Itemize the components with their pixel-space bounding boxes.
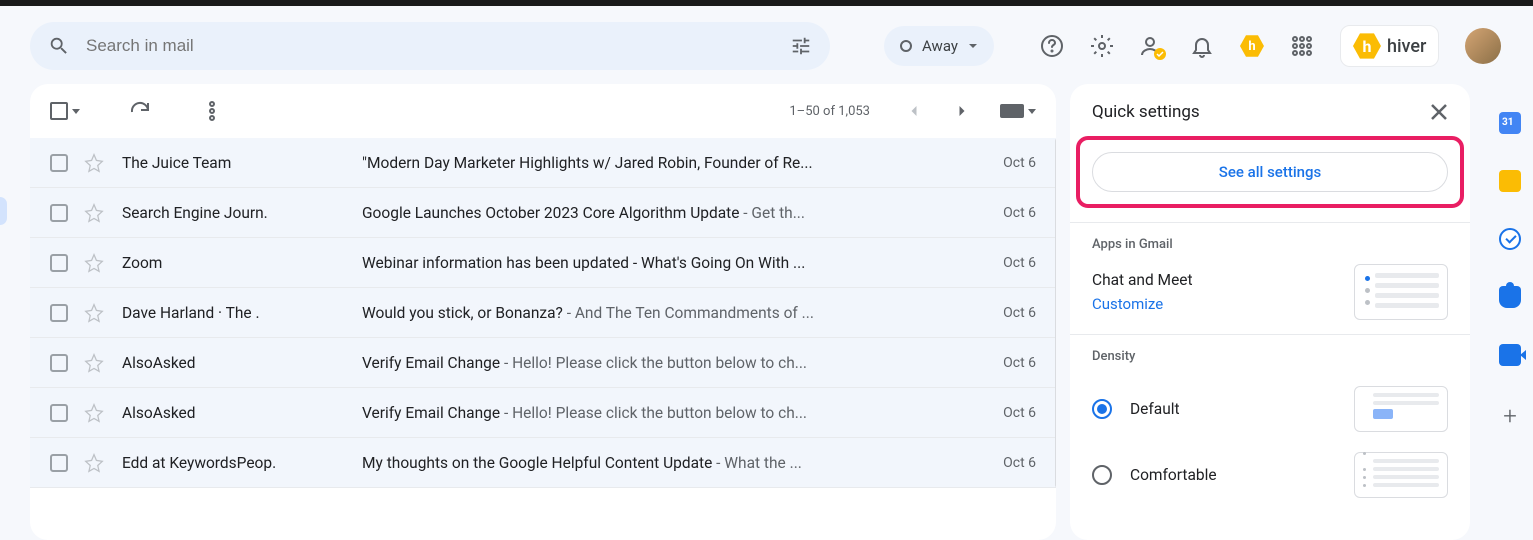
hiver-brand-button[interactable]: h hiver: [1340, 25, 1439, 67]
star-icon[interactable]: [84, 453, 104, 473]
row-sender: The Juice Team: [122, 154, 362, 172]
star-icon[interactable]: [84, 203, 104, 223]
density-option[interactable]: Comfortable: [1092, 442, 1448, 508]
side-rail: +: [1487, 84, 1533, 430]
table-row[interactable]: AlsoAsked Verify Email Change - Hello! P…: [30, 388, 1056, 438]
page-info: 1–50 of 1,053: [789, 104, 870, 119]
row-subject: Webinar information has been updated - W…: [362, 254, 976, 272]
calendar-icon[interactable]: [1499, 112, 1521, 134]
row-date: Oct 6: [976, 355, 1036, 371]
row-sender: Dave Harland · The .: [122, 304, 362, 322]
density-section-title: Density: [1092, 349, 1448, 364]
avatar[interactable]: [1465, 28, 1501, 64]
chevron-down-icon: [968, 41, 978, 51]
row-subject: Google Launches October 2023 Core Algori…: [362, 204, 976, 222]
row-date: Oct 6: [976, 205, 1036, 221]
prev-page-icon[interactable]: [904, 101, 924, 121]
density-thumbnail: [1354, 386, 1448, 432]
row-sender: Zoom: [122, 254, 362, 272]
search-input[interactable]: [86, 36, 790, 56]
row-checkbox[interactable]: [50, 204, 68, 222]
see-all-settings-button[interactable]: See all settings: [1092, 152, 1448, 192]
star-icon[interactable]: [84, 253, 104, 273]
density-option[interactable]: Default: [1092, 376, 1448, 442]
star-icon[interactable]: [84, 303, 104, 323]
mail-panel: 1–50 of 1,053 The Juice Team "Modern Day…: [30, 84, 1056, 540]
more-icon[interactable]: [200, 99, 224, 123]
quick-settings-title: Quick settings: [1092, 102, 1200, 122]
status-circle-icon: [900, 40, 912, 52]
star-icon[interactable]: [84, 403, 104, 423]
row-date: Oct 6: [976, 155, 1036, 171]
apps-section-title: Apps in Gmail: [1092, 237, 1448, 252]
search-icon: [48, 35, 70, 57]
row-sender: Edd at KeywordsPeop.: [122, 454, 362, 472]
row-subject: Verify Email Change - Hello! Please clic…: [362, 404, 976, 422]
density-radio[interactable]: [1092, 465, 1112, 485]
input-tool-dropdown-icon[interactable]: [1028, 109, 1036, 114]
row-date: Oct 6: [976, 305, 1036, 321]
table-row[interactable]: Zoom Webinar information has been update…: [30, 238, 1056, 288]
row-subject: Verify Email Change - Hello! Please clic…: [362, 354, 976, 372]
row-sender: AlsoAsked: [122, 354, 362, 372]
contacts-icon[interactable]: [1140, 34, 1164, 58]
quick-settings-panel: Quick settings See all settings Apps in …: [1070, 84, 1470, 540]
row-checkbox[interactable]: [50, 404, 68, 422]
status-label: Away: [922, 37, 958, 55]
row-checkbox[interactable]: [50, 354, 68, 372]
customize-link[interactable]: Customize: [1092, 295, 1193, 313]
star-icon[interactable]: [84, 153, 104, 173]
density-label: Default: [1130, 400, 1180, 418]
select-all-checkbox[interactable]: [50, 102, 68, 120]
bell-icon[interactable]: [1190, 34, 1214, 58]
input-tool-icon[interactable]: [1000, 104, 1024, 118]
row-sender: Search Engine Journ.: [122, 204, 362, 222]
tasks-icon[interactable]: [1499, 228, 1521, 250]
status-away-button[interactable]: Away: [884, 26, 994, 66]
mail-toolbar: 1–50 of 1,053: [30, 84, 1056, 138]
chat-meet-thumbnail: [1354, 264, 1448, 320]
row-subject: Would you stick, or Bonanza? - And The T…: [362, 304, 976, 322]
add-addon-icon[interactable]: +: [1503, 402, 1517, 430]
contacts-rail-icon[interactable]: [1499, 286, 1521, 308]
table-row[interactable]: Edd at KeywordsPeop. My thoughts on the …: [30, 438, 1056, 488]
star-icon[interactable]: [84, 353, 104, 373]
meet-icon[interactable]: [1499, 344, 1521, 366]
table-row[interactable]: Search Engine Journ. Google Launches Oct…: [30, 188, 1056, 238]
next-page-icon[interactable]: [952, 101, 972, 121]
row-checkbox[interactable]: [50, 254, 68, 272]
header: Away h h hiver: [0, 6, 1533, 84]
row-subject: My thoughts on the Google Helpful Conten…: [362, 454, 976, 472]
hiver-hex-icon[interactable]: h: [1240, 34, 1264, 58]
select-dropdown-icon[interactable]: [72, 109, 80, 114]
table-row[interactable]: Dave Harland · The . Would you stick, or…: [30, 288, 1056, 338]
row-checkbox[interactable]: [50, 454, 68, 472]
chat-meet-label: Chat and Meet: [1092, 271, 1193, 289]
density-label: Comfortable: [1130, 466, 1217, 484]
apps-grid-icon[interactable]: [1290, 34, 1314, 58]
tune-icon[interactable]: [790, 35, 812, 57]
row-checkbox[interactable]: [50, 154, 68, 172]
row-sender: AlsoAsked: [122, 404, 362, 422]
table-row[interactable]: The Juice Team "Modern Day Marketer High…: [30, 138, 1056, 188]
density-thumbnail: [1354, 452, 1448, 498]
row-checkbox[interactable]: [50, 304, 68, 322]
density-radio[interactable]: [1092, 399, 1112, 419]
gear-icon[interactable]: [1090, 34, 1114, 58]
close-icon[interactable]: [1430, 103, 1448, 121]
mail-list: The Juice Team "Modern Day Marketer High…: [30, 138, 1056, 488]
keep-icon[interactable]: [1499, 170, 1521, 192]
search-bar[interactable]: [30, 22, 830, 70]
help-icon[interactable]: [1040, 34, 1064, 58]
refresh-icon[interactable]: [128, 99, 152, 123]
row-date: Oct 6: [976, 405, 1036, 421]
hiver-logo-icon: h: [1353, 32, 1381, 60]
row-subject: "Modern Day Marketer Highlights w/ Jared…: [362, 154, 976, 172]
table-row[interactable]: AlsoAsked Verify Email Change - Hello! P…: [30, 338, 1056, 388]
hiver-brand-text: hiver: [1387, 36, 1426, 57]
row-date: Oct 6: [976, 255, 1036, 271]
see-all-highlight: See all settings: [1076, 136, 1464, 208]
row-date: Oct 6: [976, 455, 1036, 471]
hiver-collapsed-tab[interactable]: [0, 197, 7, 225]
